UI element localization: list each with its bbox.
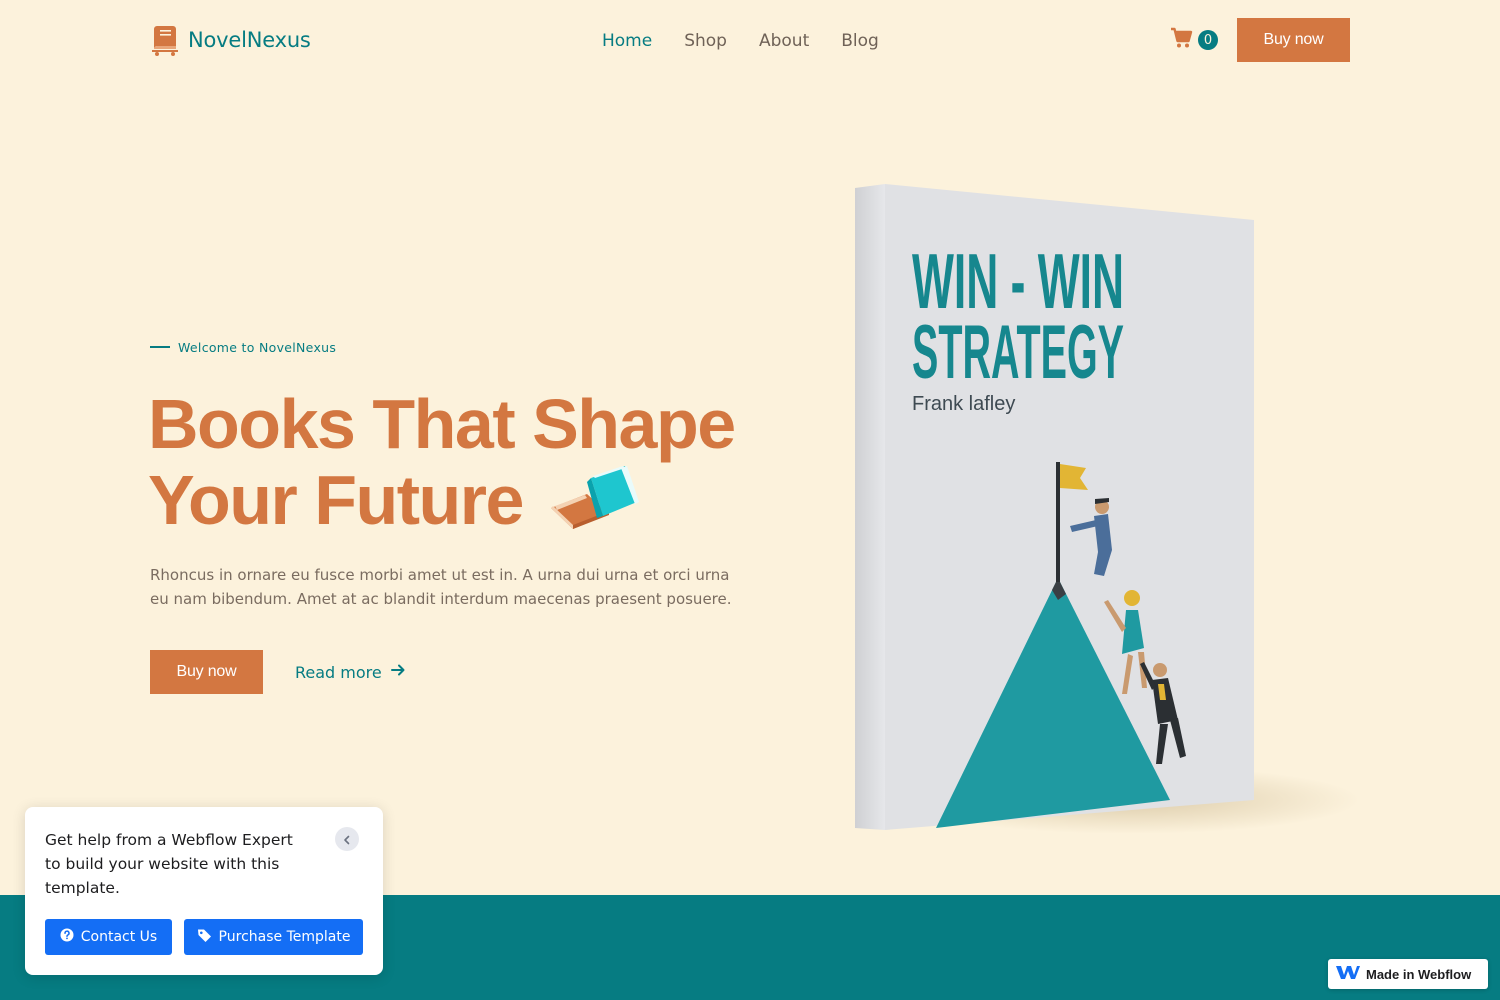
question-circle-icon (60, 928, 74, 946)
books-emoji-icon (547, 464, 641, 546)
hero-buy-now-button[interactable]: Buy now (150, 650, 263, 694)
webflow-logo-icon (1336, 964, 1360, 984)
hero-title: Books That Shape Your Future (148, 386, 788, 546)
contact-us-button[interactable]: Contact Us (45, 919, 172, 955)
book-cart-logo-icon (150, 24, 180, 56)
help-popup: Get help from a Webflow Expert to build … (25, 807, 383, 975)
tag-icon (197, 928, 212, 947)
chevron-left-icon (342, 830, 352, 849)
nav-item-about[interactable]: About (759, 31, 809, 51)
hero-title-line1: Books That Shape (148, 385, 736, 463)
nav-item-home[interactable]: Home (602, 31, 652, 51)
purchase-template-button[interactable]: Purchase Template (184, 919, 363, 955)
hero-eyebrow: Welcome to NovelNexus (150, 338, 336, 356)
arrow-right-icon (390, 662, 406, 682)
cart-button[interactable]: 0 (1170, 27, 1218, 53)
purchase-template-label: Purchase Template (218, 929, 351, 945)
brand-logo[interactable]: NovelNexus (150, 22, 311, 58)
contact-us-label: Contact Us (80, 929, 158, 945)
nav-buy-now-button[interactable]: Buy now (1237, 18, 1350, 62)
read-more-link[interactable]: Read more (295, 661, 406, 683)
cart-icon (1170, 27, 1194, 53)
eyebrow-line (150, 346, 170, 348)
brand-name: NovelNexus (188, 28, 311, 52)
read-more-label: Read more (295, 662, 382, 682)
main-menu: Home Shop About Blog (602, 30, 879, 52)
help-popup-text: Get help from a Webflow Expert to build … (45, 831, 293, 897)
collapse-popup-button[interactable] (335, 827, 359, 851)
eyebrow-text: Welcome to NovelNexus (178, 339, 337, 355)
cart-count-badge: 0 (1198, 30, 1218, 50)
navbar: NovelNexus Home Shop About Blog 0 Buy no… (0, 0, 1500, 80)
book-title-line2: STRATEGY (912, 310, 1124, 395)
hero-description: Rhoncus in ornare eu fusce morbi amet ut… (150, 566, 732, 608)
made-in-webflow-label: Made in Webflow (1366, 966, 1472, 982)
nav-item-blog[interactable]: Blog (841, 31, 879, 51)
nav-item-shop[interactable]: Shop (684, 31, 727, 51)
made-in-webflow-badge[interactable]: Made in Webflow (1328, 959, 1488, 989)
hero-title-line2: Your Future (148, 461, 524, 539)
book-author: Frank lafley (912, 393, 1015, 415)
hero-book-image: WIN - WIN STRATEGY Frank lafley (830, 170, 1370, 860)
